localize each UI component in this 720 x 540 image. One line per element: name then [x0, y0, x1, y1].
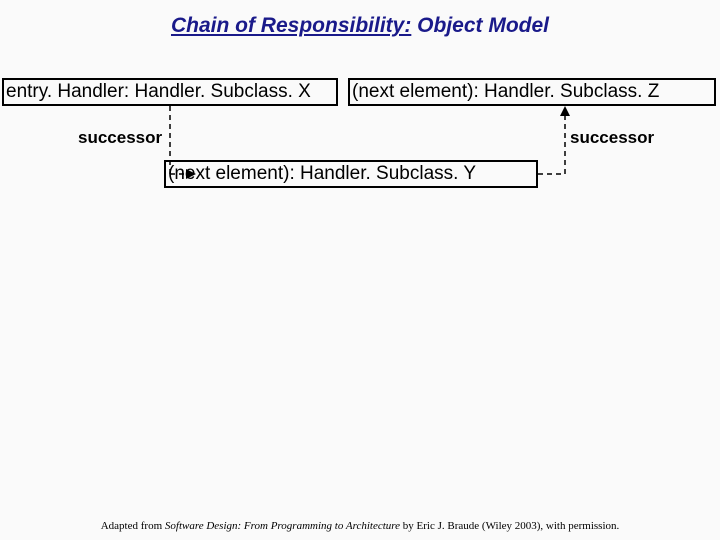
label-successor-right: successor [570, 128, 654, 148]
title-rest: Object Model [411, 14, 549, 37]
box-next-y: (next element): Handler. Subclass. Y [164, 160, 538, 188]
page-title: Chain of Responsibility: Object Model [0, 14, 720, 38]
attribution-prefix: Adapted from [101, 520, 165, 532]
box-entry-label: entry. Handler: Handler. Subclass. X [6, 81, 311, 103]
attribution-italic: Software Design: From Programming to Arc… [165, 520, 400, 532]
box-entry-handler: entry. Handler: Handler. Subclass. X [2, 78, 338, 106]
box-next-z: (next element): Handler. Subclass. Z [348, 78, 716, 106]
label-successor-left: successor [78, 128, 162, 148]
box-nexty-label: (next element): Handler. Subclass. Y [168, 163, 476, 185]
box-nextz-label: (next element): Handler. Subclass. Z [352, 81, 659, 103]
attribution-suffix: by Eric J. Braude (Wiley 2003), with per… [400, 520, 619, 532]
title-underlined: Chain of Responsibility: [171, 14, 411, 37]
attribution: Adapted from Software Design: From Progr… [0, 520, 720, 532]
